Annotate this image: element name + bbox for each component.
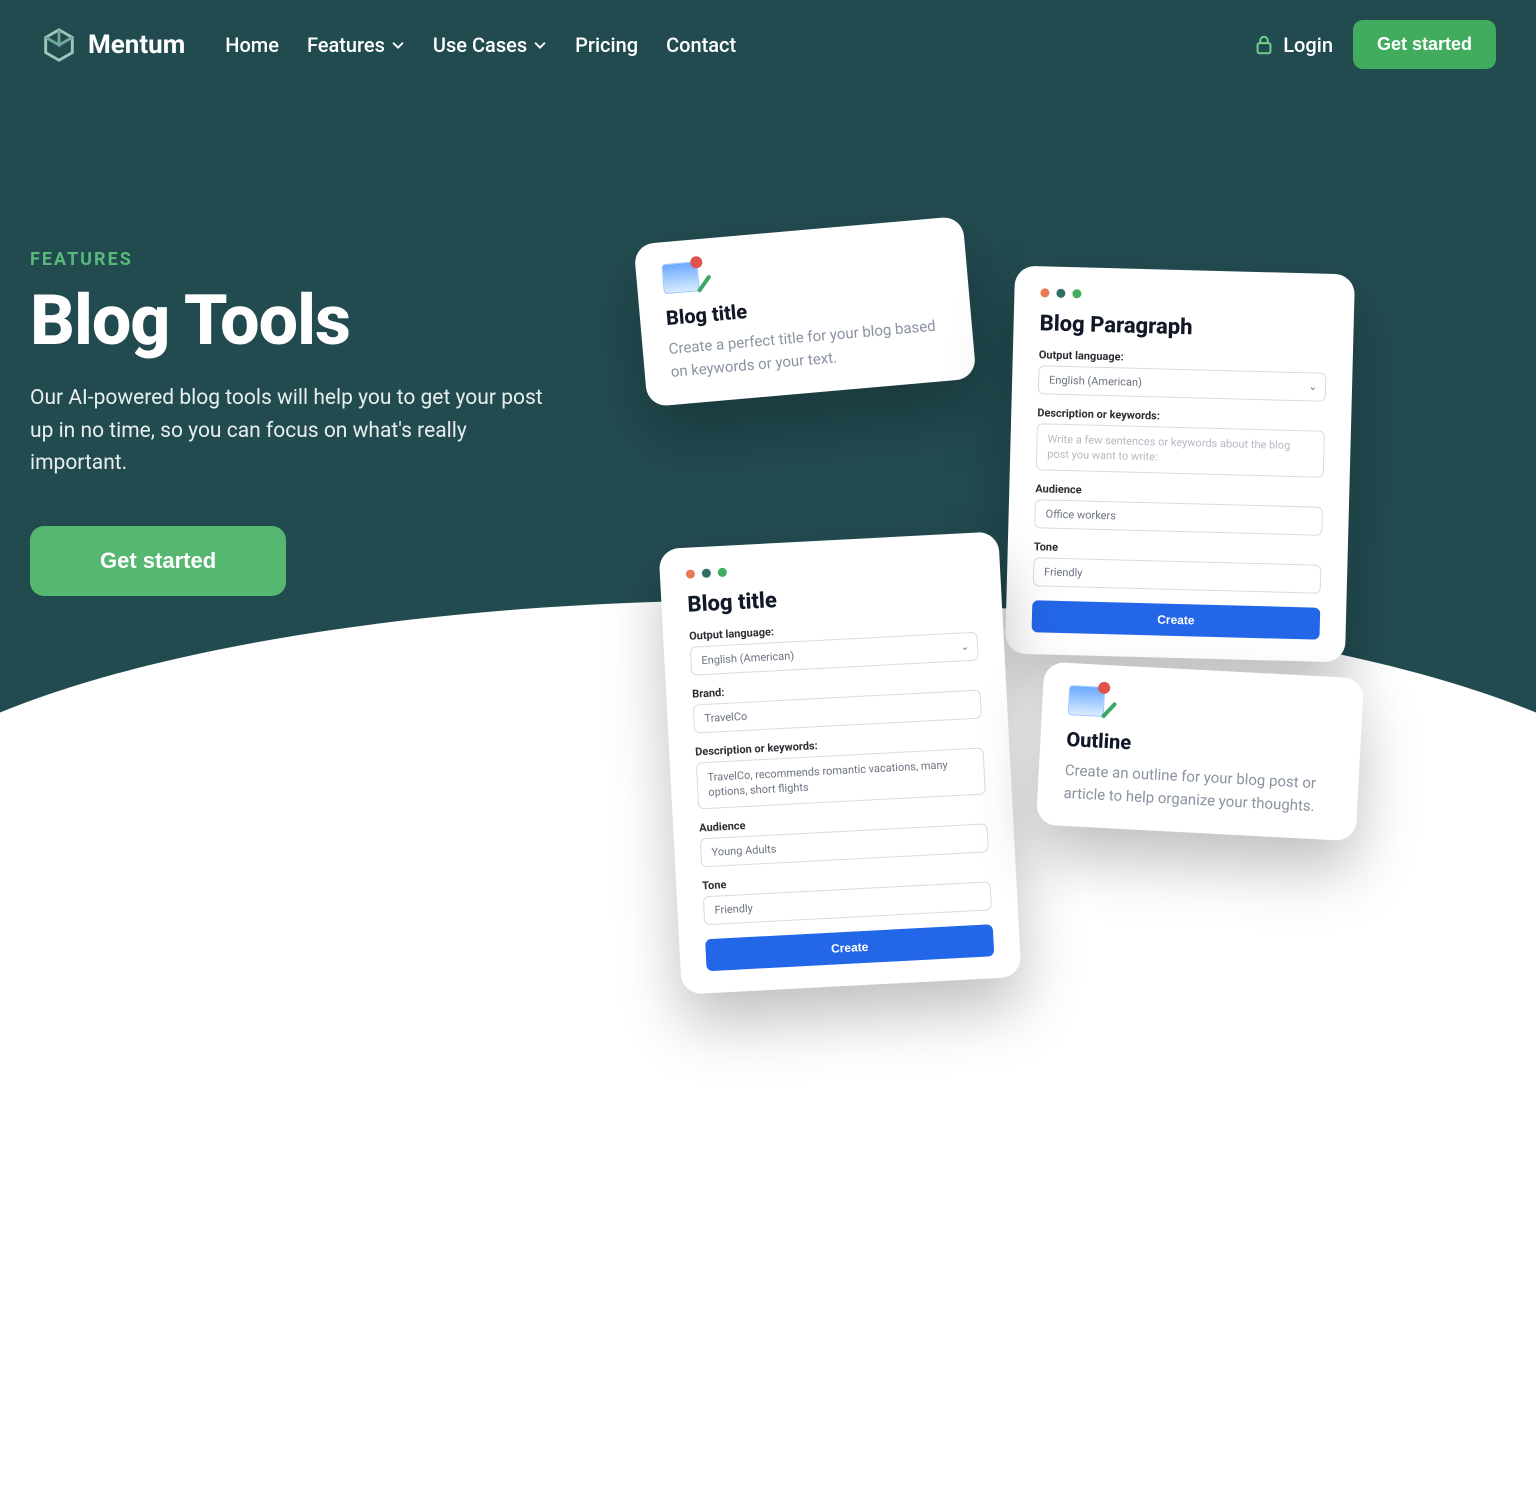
nav-pricing[interactable]: Pricing bbox=[575, 33, 638, 57]
chevron-down-icon: ⌄ bbox=[960, 641, 969, 652]
nav-label: Home bbox=[225, 33, 279, 57]
nav-links: Home Features Use Cases Pricing Contact bbox=[225, 33, 736, 57]
input-value: Friendly bbox=[1044, 565, 1083, 579]
page-title: Blog Tools bbox=[30, 280, 560, 362]
feature-card-cluster: Blog title Create a perfect title for yo… bbox=[620, 200, 1520, 1000]
select-value: English (American) bbox=[1049, 374, 1142, 389]
card-title: Blog title bbox=[687, 578, 976, 618]
top-nav: Mentum Home Features Use Cases Pricing C… bbox=[0, 0, 1536, 89]
window-dots bbox=[686, 555, 974, 579]
audience-input[interactable]: Office workers bbox=[1034, 499, 1323, 536]
nav-use-cases[interactable]: Use Cases bbox=[433, 33, 547, 57]
window-dots bbox=[1040, 288, 1328, 305]
output-language-select[interactable]: English (American) ⌄ bbox=[1038, 365, 1327, 402]
hero-get-started-button[interactable]: Get started bbox=[30, 526, 286, 596]
eyebrow: FEATURES bbox=[30, 249, 560, 270]
brand-logo-icon bbox=[40, 26, 78, 64]
blog-title-card: Blog title Create a perfect title for yo… bbox=[634, 216, 977, 407]
create-button[interactable]: Create bbox=[705, 924, 994, 971]
blog-title-form-card: Blog title Output language: English (Ame… bbox=[659, 531, 1022, 994]
login-link[interactable]: Login bbox=[1253, 33, 1333, 57]
select-value: English (American) bbox=[701, 649, 794, 667]
hero: FEATURES Blog Tools Our AI-powered blog … bbox=[0, 89, 600, 596]
get-started-button[interactable]: Get started bbox=[1353, 20, 1496, 69]
nav-label: Contact bbox=[666, 33, 736, 57]
nav-label: Pricing bbox=[575, 33, 638, 57]
nav-label: Use Cases bbox=[433, 33, 527, 57]
card-description: Create an outline for your blog post or … bbox=[1063, 759, 1333, 818]
placeholder-text: Write a few sentences or keywords about … bbox=[1047, 433, 1290, 464]
hero-subtitle: Our AI-powered blog tools will help you … bbox=[30, 382, 560, 480]
nav-contact[interactable]: Contact bbox=[666, 33, 736, 57]
nav-label: Features bbox=[307, 33, 385, 57]
outline-card: Outline Create an outline for your blog … bbox=[1036, 662, 1364, 842]
card-title: Blog Paragraph bbox=[1039, 311, 1328, 344]
create-button[interactable]: Create bbox=[1032, 600, 1321, 640]
description-textarea[interactable]: Write a few sentences or keywords about … bbox=[1036, 423, 1325, 477]
login-label: Login bbox=[1283, 33, 1333, 57]
chevron-down-icon bbox=[533, 38, 547, 52]
blog-icon bbox=[661, 261, 699, 294]
blog-paragraph-form-card: Blog Paragraph Output language: English … bbox=[1005, 266, 1355, 663]
input-value: Friendly bbox=[714, 902, 753, 917]
tone-input[interactable]: Friendly bbox=[1033, 557, 1322, 594]
chevron-down-icon bbox=[391, 38, 405, 52]
brand[interactable]: Mentum bbox=[40, 26, 185, 64]
input-value: TravelCo, recommends romantic vacations,… bbox=[707, 758, 948, 799]
nav-home[interactable]: Home bbox=[225, 33, 279, 57]
card-title: Outline bbox=[1066, 727, 1335, 765]
brand-name: Mentum bbox=[88, 30, 185, 60]
outline-icon bbox=[1068, 685, 1106, 717]
input-value: Office workers bbox=[1045, 507, 1116, 522]
input-value: TravelCo bbox=[704, 710, 747, 725]
lock-icon bbox=[1253, 34, 1275, 56]
nav-features[interactable]: Features bbox=[307, 33, 405, 57]
chevron-down-icon: ⌄ bbox=[1309, 381, 1318, 392]
input-value: Young Adults bbox=[711, 842, 777, 858]
description-textarea[interactable]: TravelCo, recommends romantic vacations,… bbox=[696, 747, 986, 809]
